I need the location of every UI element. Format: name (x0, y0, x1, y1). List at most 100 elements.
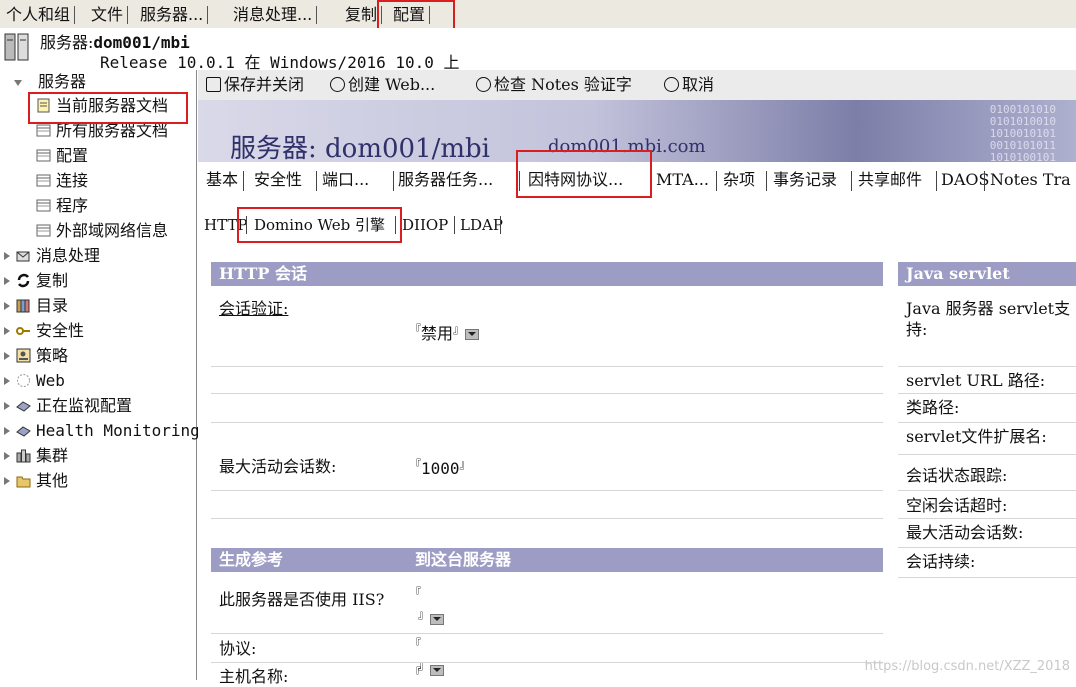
tree-node-server[interactable]: 服务器 (14, 70, 86, 94)
max-sessions-field[interactable]: 『1000』 (410, 456, 471, 478)
replication-icon (17, 273, 30, 288)
tab-mta[interactable]: MTA... (656, 168, 709, 192)
banner-domain: dom001.mbi.com (548, 136, 706, 157)
tab-internet-protocols[interactable]: 因特网协议... (528, 168, 623, 192)
navigation-tree: 服务器 当前服务器文档 所有服务器文档 配置 连接 程序 外部域网络信息 消息处… (0, 70, 200, 680)
tab-files[interactable]: 文件 (91, 4, 129, 26)
tab-transactional-logging[interactable]: 事务记录 (773, 168, 837, 192)
generate-refs-header: 生成参考 到这台服务器 (211, 548, 883, 572)
tree-item-foreign-domains[interactable]: 外部域网络信息 (36, 219, 168, 243)
tab-notes-traveler[interactable]: Notes Tra (990, 168, 1076, 192)
tree-node-cluster[interactable]: 集群 (4, 444, 68, 468)
top-tab-bar: 个人和组 文件 服务器... 消息处理... 复制 配置 (0, 0, 1076, 29)
monitor-icon (16, 401, 31, 412)
tree-node-policies[interactable]: 策略 (4, 344, 68, 368)
tree-node-other[interactable]: 其他 (4, 469, 68, 493)
servlet-max-sessions-label: 最大活动会话数: (906, 523, 1024, 542)
tree-item-all-server-docs[interactable]: 所有服务器文档 (36, 119, 168, 143)
create-icon (330, 77, 345, 92)
server-icon (4, 33, 29, 61)
tab-daos[interactable]: DAOS (941, 168, 989, 192)
expand-arrow-icon[interactable] (4, 302, 10, 310)
dropdown-arrow-icon[interactable] (430, 614, 444, 625)
tree-item-programs[interactable]: 程序 (36, 194, 88, 218)
subtab-domino-web-engine[interactable]: Domino Web 引擎 (254, 213, 385, 237)
tab-misc[interactable]: 杂项 (723, 168, 755, 192)
tab-server-tasks[interactable]: 服务器任务... (398, 168, 493, 192)
tree-item-current-server-doc[interactable]: 当前服务器文档 (36, 94, 168, 118)
tab-people-groups[interactable]: 个人和组 (6, 4, 76, 26)
uses-iis-label: 此服务器是否使用 IIS? (219, 590, 385, 609)
cluster-icon (16, 449, 31, 463)
tree-node-directory[interactable]: 目录 (4, 294, 68, 318)
expand-arrow-icon[interactable] (4, 252, 10, 260)
tab-security[interactable]: 安全性 (254, 168, 302, 192)
tab-messaging[interactable]: 消息处理... (233, 4, 318, 26)
subtab-ldap[interactable]: LDAP (460, 213, 503, 237)
tree-node-replication[interactable]: 复制 (4, 269, 68, 293)
check-notes-button[interactable]: 检查 Notes 验证字 (476, 74, 632, 96)
action-bar: 保存并关闭 创建 Web... 检查 Notes 验证字 取消 (198, 70, 1076, 101)
create-web-button[interactable]: 创建 Web... (330, 74, 435, 96)
subtab-diiop[interactable]: DIIOP (402, 213, 448, 237)
tab-label: 复制 (345, 5, 378, 24)
hostname-label: 主机名称: (219, 667, 289, 686)
expand-arrow-icon[interactable] (4, 327, 10, 335)
subtab-http[interactable]: HTTP (204, 213, 247, 237)
tree-node-monitoring-config[interactable]: 正在监视配置 (4, 394, 132, 418)
servlet-ext-label: servlet文件扩展名: (906, 427, 1047, 446)
expand-arrow-icon[interactable] (14, 80, 22, 86)
expand-arrow-icon[interactable] (4, 377, 10, 385)
directory-icon (16, 299, 30, 313)
session-persistence-label: 会话持续: (906, 552, 976, 571)
tree-item-connections[interactable]: 连接 (36, 169, 88, 193)
expand-arrow-icon[interactable] (4, 427, 10, 435)
tab-label: 个人和组 (6, 5, 71, 24)
tab-label: 文件 (91, 5, 124, 24)
folder-icon (16, 476, 31, 488)
max-sessions-label: 最大活动会话数: (219, 457, 337, 476)
expand-arrow-icon[interactable] (4, 352, 10, 360)
expand-arrow-icon[interactable] (4, 277, 10, 285)
tab-replication[interactable]: 复制 (345, 4, 383, 26)
tab-shared-mail[interactable]: 共享邮件 (858, 168, 922, 192)
tab-configuration[interactable]: 配置 (393, 4, 431, 26)
view-icon (36, 174, 51, 187)
session-tracking-label: 会话状态跟踪: (906, 466, 1008, 485)
view-icon (36, 199, 51, 212)
tree-node-health-monitoring[interactable]: Health Monitoring (4, 419, 200, 443)
server-header: 服务器:dom001/mbi Release 10.0.1 在 Windows/… (0, 28, 1076, 72)
view-icon (36, 149, 51, 162)
session-auth-field[interactable]: 『禁用』 (410, 320, 480, 344)
tree-node-web[interactable]: Web (4, 369, 65, 393)
http-session-header: HTTP 会话 (211, 262, 883, 286)
save-icon (206, 77, 221, 92)
document-icon (37, 98, 50, 113)
protocol-subtabs: HTTP Domino Web 引擎 DIIOP LDAP (198, 210, 1076, 240)
idle-timeout-label: 空闲会话超时: (906, 496, 1008, 515)
tab-basics[interactable]: 基本 (206, 168, 238, 192)
check-icon (476, 77, 491, 92)
tab-label: 配置 (393, 5, 426, 24)
protocol-label: 协议: (219, 639, 257, 658)
tab-ports[interactable]: 端口... (322, 168, 369, 192)
tab-server[interactable]: 服务器... (140, 4, 209, 26)
tree-item-configuration[interactable]: 配置 (36, 144, 88, 168)
messaging-icon (16, 251, 30, 262)
expand-arrow-icon[interactable] (4, 452, 10, 460)
cancel-icon (664, 77, 679, 92)
dropdown-arrow-icon[interactable] (430, 665, 444, 676)
document-pane: 保存并关闭 创建 Web... 检查 Notes 验证字 取消 01001010… (198, 70, 1076, 686)
dropdown-arrow-icon[interactable] (465, 329, 480, 340)
binary-decoration: 0100101010 0101010010 1010010101 0010101011… (989, 103, 1056, 163)
tree-node-messaging[interactable]: 消息处理 (4, 244, 100, 268)
expand-arrow-icon[interactable] (4, 402, 10, 410)
tree-node-security[interactable]: 安全性 (4, 319, 84, 343)
expand-arrow-icon[interactable] (4, 477, 10, 485)
hostname-field[interactable]: 『 (410, 664, 421, 686)
document-tabs: 基本 安全性 端口... 服务器任务... 因特网协议... MTA... 杂项… (198, 162, 1076, 196)
policy-icon (16, 348, 31, 363)
uses-iis-field[interactable]: 『』 (410, 584, 444, 628)
cancel-button[interactable]: 取消 (664, 74, 714, 96)
save-close-button[interactable]: 保存并关闭 (206, 74, 304, 96)
